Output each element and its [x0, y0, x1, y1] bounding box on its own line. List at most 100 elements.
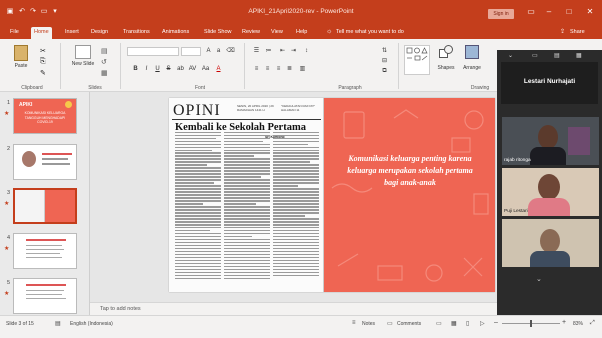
tab-review[interactable]: Review	[239, 27, 263, 39]
bullets-icon[interactable]: ☰	[252, 47, 261, 56]
slide-thumbnail-5[interactable]	[13, 278, 77, 314]
participant-tile-3[interactable]	[502, 219, 599, 267]
layout-icon[interactable]: ▤	[101, 47, 108, 55]
line-spacing-icon[interactable]: ↕	[302, 47, 311, 56]
text-direction-icon[interactable]: ⇅	[380, 47, 389, 56]
slide-thumbnail-2[interactable]	[13, 144, 77, 180]
zoom-out-button[interactable]: –	[494, 319, 498, 326]
increase-font-icon[interactable]: A	[204, 47, 213, 56]
tab-design[interactable]: Design	[88, 27, 111, 39]
smartart-icon[interactable]: ⧉	[380, 67, 389, 76]
increase-indent-icon[interactable]: ⇥	[289, 47, 298, 56]
maximize-icon[interactable]: □	[563, 6, 575, 18]
font-size-dropdown[interactable]	[181, 47, 201, 56]
columns-icon[interactable]: ▥	[298, 65, 307, 74]
sign-in-button[interactable]: Sign in	[488, 9, 514, 19]
tab-animations[interactable]: Animations	[159, 27, 192, 39]
strikethrough-button[interactable]: S	[164, 65, 173, 74]
gallery-view-icon[interactable]: ▦	[576, 52, 582, 59]
shapes-button[interactable]: Shapes	[434, 45, 458, 71]
paste-button[interactable]: Paste	[9, 45, 33, 69]
chevron-down-icon[interactable]: ⌄	[508, 52, 513, 59]
normal-view-icon[interactable]: ▭	[436, 320, 442, 327]
zoom-in-button[interactable]: +	[562, 319, 566, 326]
arrange-label: Arrange	[463, 65, 481, 71]
active-speaker-tile[interactable]: Lestari Nurhajati	[501, 62, 598, 104]
tab-insert[interactable]: Insert	[62, 27, 82, 39]
zoom-slider-thumb[interactable]	[530, 320, 532, 327]
newspaper-date: SENIN, 20 APRIL 2020 | 29 RAMADHAN 1441 …	[237, 104, 274, 112]
copy-icon[interactable]: ⎘	[40, 58, 46, 66]
shadow-button[interactable]: ab	[176, 65, 185, 74]
decrease-indent-icon[interactable]: ⇤	[278, 47, 287, 56]
align-text-icon[interactable]: ⊟	[380, 57, 389, 66]
slide-sorter-icon[interactable]: ▦	[451, 320, 457, 327]
group-slides-label: Slides	[88, 85, 102, 91]
change-case-button[interactable]: Aa	[201, 65, 210, 74]
participant-tile-1[interactable]: rajab ritonga	[502, 117, 599, 165]
tell-me-search[interactable]: Tell me what you want to do	[336, 29, 404, 35]
slide-thumbnail-4[interactable]	[13, 233, 77, 269]
zoom-level[interactable]: 83%	[573, 321, 583, 327]
align-left-icon[interactable]: ≡	[252, 65, 261, 74]
language-indicator[interactable]: English (Indonesia)	[70, 321, 113, 327]
notes-icon[interactable]: ≡	[352, 320, 356, 326]
underline-button[interactable]: U	[153, 65, 162, 74]
single-view-icon[interactable]: ▭	[532, 52, 538, 59]
participant-video	[540, 229, 560, 253]
speaker-view-icon[interactable]: ▤	[554, 52, 560, 59]
cut-icon[interactable]: ✂	[40, 47, 46, 55]
tab-file[interactable]: File	[7, 27, 22, 39]
tab-help[interactable]: Help	[293, 27, 310, 39]
slideshow-icon[interactable]: ▷	[480, 320, 485, 327]
reset-icon[interactable]: ↺	[101, 58, 107, 66]
star-icon: ★	[4, 246, 10, 252]
numbering-icon[interactable]: ≔	[264, 47, 273, 56]
thumbnail-number: 5	[6, 280, 10, 286]
close-icon[interactable]: ✕	[584, 6, 596, 18]
thumbnail-number: 2	[6, 146, 10, 152]
ribbon-display-icon[interactable]: ▭	[525, 6, 537, 18]
tab-view[interactable]: View	[268, 27, 286, 39]
format-painter-icon[interactable]: ✎	[40, 69, 46, 77]
clear-format-icon[interactable]: ⌫	[226, 47, 235, 56]
italic-button[interactable]: I	[142, 65, 151, 74]
justify-icon[interactable]: ≣	[285, 65, 294, 74]
font-color-button[interactable]: A	[214, 65, 223, 74]
slide-thumbnail-1[interactable]: APIKI KOMUNIKASI KELUARGA TANGGUH MENGHA…	[13, 98, 77, 134]
group-paragraph-label: Paragraph	[338, 85, 362, 91]
comments-button[interactable]: Comments	[397, 321, 421, 327]
status-bar: Slide 3 of 15 ▤ English (Indonesia) ≡ No…	[0, 315, 602, 338]
notes-placeholder[interactable]: Tap to add notes	[100, 306, 141, 312]
comments-icon[interactable]: ▭	[387, 320, 393, 327]
new-slide-label: New Slide	[71, 61, 95, 67]
ribbon-tabs: File Home Insert Design Transitions Anim…	[0, 24, 602, 39]
font-name-dropdown[interactable]	[127, 47, 179, 56]
slide-thumbnail-3[interactable]	[13, 188, 77, 224]
tab-home[interactable]: Home	[31, 27, 52, 39]
share-button[interactable]: Share	[570, 29, 585, 35]
align-right-icon[interactable]: ≡	[274, 65, 283, 74]
char-spacing-button[interactable]: AV	[188, 65, 197, 74]
star-icon: ★	[4, 291, 10, 297]
chevron-down-icon[interactable]: ⌄	[536, 275, 542, 283]
participant-tile-2[interactable]: Puji Lestari	[502, 168, 599, 216]
shape-gallery[interactable]	[404, 45, 430, 75]
align-center-icon[interactable]: ≡	[263, 65, 272, 74]
bold-button[interactable]: B	[131, 65, 140, 74]
tab-slide-show[interactable]: Slide Show	[201, 27, 235, 39]
notes-pane[interactable]: Tap to add notes	[90, 302, 497, 315]
section-icon[interactable]: ▦	[101, 69, 108, 77]
minimize-icon[interactable]: –	[543, 6, 555, 18]
reading-view-icon[interactable]: ▯	[466, 320, 469, 327]
speaker-photo	[22, 151, 36, 167]
shapes-icon	[439, 45, 453, 59]
decrease-font-icon[interactable]: a	[214, 47, 223, 56]
arrange-button[interactable]: Arrange	[460, 45, 484, 71]
share-icon[interactable]: ⇪	[560, 28, 565, 35]
tab-transitions[interactable]: Transitions	[120, 27, 153, 39]
spelling-icon[interactable]: ▤	[55, 320, 61, 327]
notes-button[interactable]: Notes	[362, 321, 375, 327]
fit-slide-icon[interactable]: ⤢	[590, 320, 595, 327]
new-slide-button[interactable]: New Slide	[70, 45, 96, 67]
